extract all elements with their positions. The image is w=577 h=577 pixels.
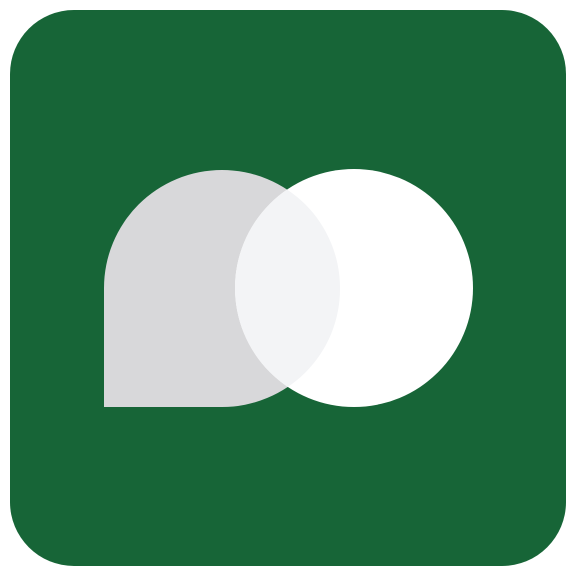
app-icon-canvas <box>0 0 577 577</box>
app-icon[interactable] <box>0 0 577 577</box>
